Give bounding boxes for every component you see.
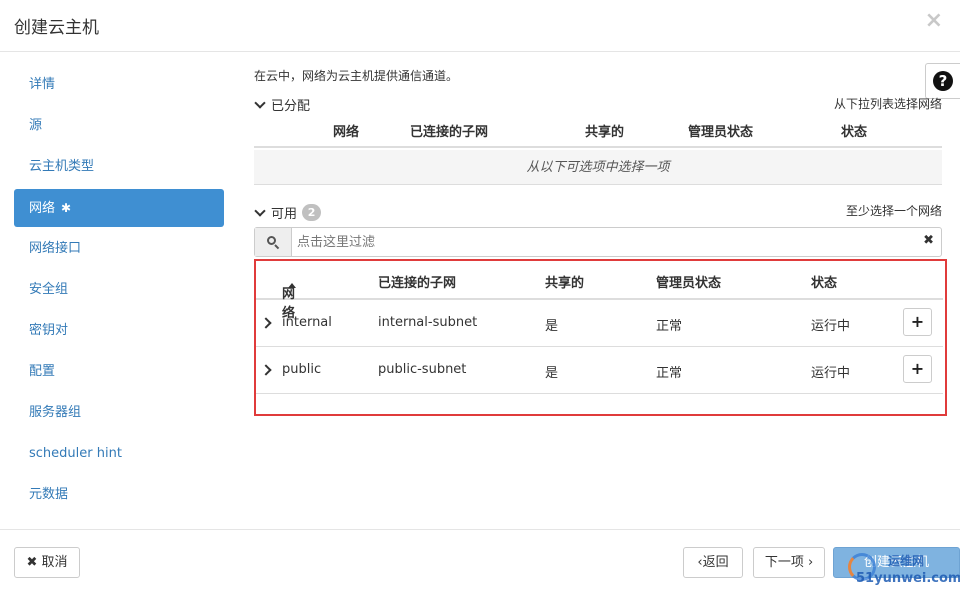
allocated-toggle[interactable]: 已分配 <box>254 95 310 114</box>
sidebar-item-label: 元数据 <box>29 487 69 502</box>
subnet-name: internal-subnet <box>378 315 478 330</box>
allocated-table-header: 网络 已连接的子网 共享的 管理员状态 状态 <box>254 117 942 148</box>
cancel-button[interactable]: ✖ 取消 <box>14 547 80 578</box>
available-toggle[interactable]: 可用 2 <box>254 203 322 222</box>
search-icon <box>255 228 292 256</box>
sidebar-item-networks[interactable]: 网络 ✱ <box>14 189 224 227</box>
status-value: 运行中 <box>811 366 851 381</box>
back-button[interactable]: ‹返回 <box>683 547 743 578</box>
close-icon: ✖ <box>26 555 38 570</box>
status-value: 运行中 <box>811 319 851 334</box>
column-header-subnets[interactable]: 已连接的子网 <box>378 272 456 291</box>
column-header-subnets[interactable]: 已连接的子网 <box>410 121 488 140</box>
table-row: internal internal-subnet 是 正常 运行中 + <box>256 300 943 347</box>
cancel-label: 取消 <box>41 555 68 570</box>
chevron-right-icon[interactable] <box>260 364 272 376</box>
sidebar-item-scheduler-hint[interactable]: scheduler hint <box>14 435 224 473</box>
chevron-right-icon[interactable] <box>260 317 272 329</box>
modal-header: 创建云主机 × <box>0 0 960 52</box>
modal-footer: ✖ 取消 ‹返回 下一项 › 创建云主机 <box>0 529 960 595</box>
create-instance-button[interactable]: 创建云主机 <box>833 547 960 578</box>
sidebar-item-label: 云主机类型 <box>29 159 95 174</box>
network-name: internal <box>282 315 332 330</box>
chevron-down-icon <box>254 204 266 217</box>
sidebar-item-server-groups[interactable]: 服务器组 <box>14 394 224 432</box>
wizard-sidebar: 详情 源 云主机类型 网络 ✱ 网络接口 安全组 密钥对 配置 服务器组 sche… <box>14 66 224 517</box>
sidebar-item-label: scheduler hint <box>29 446 122 461</box>
sidebar-item-key-pairs[interactable]: 密钥对 <box>14 312 224 350</box>
sidebar-item-label: 网络 <box>29 201 56 216</box>
network-name: public <box>282 362 322 377</box>
available-title: 可用 <box>271 207 298 222</box>
column-header-shared[interactable]: 共享的 <box>545 272 584 291</box>
shared-value: 是 <box>545 366 559 381</box>
subnet-name: public-subnet <box>378 362 467 377</box>
available-table-header: 网络 已连接的子网 共享的 管理员状态 状态 <box>256 261 943 321</box>
help-button[interactable]: ? <box>925 63 960 99</box>
sidebar-item-label: 安全组 <box>29 282 69 297</box>
add-network-button[interactable]: + <box>903 355 932 383</box>
sidebar-item-label: 源 <box>29 118 43 133</box>
chevron-down-icon <box>254 96 266 109</box>
column-header-shared[interactable]: 共享的 <box>585 121 624 140</box>
sidebar-item-metadata[interactable]: 元数据 <box>14 476 224 514</box>
available-hint: 至少选择一个网络 <box>845 204 942 218</box>
sidebar-item-label: 网络接口 <box>29 241 82 256</box>
sidebar-item-configuration[interactable]: 配置 <box>14 353 224 391</box>
close-icon[interactable]: × <box>925 8 943 33</box>
clear-filter-icon[interactable]: ✖ <box>923 233 934 248</box>
sidebar-item-source[interactable]: 源 <box>14 107 224 145</box>
column-header-admin-state[interactable]: 管理员状态 <box>656 272 721 291</box>
filter-input[interactable] <box>293 228 913 256</box>
sidebar-item-security-groups[interactable]: 安全组 <box>14 271 224 309</box>
sidebar-item-label: 密钥对 <box>29 323 69 338</box>
sidebar-item-label: 详情 <box>29 77 56 92</box>
column-header-status[interactable]: 状态 <box>841 121 867 140</box>
sidebar-item-flavor[interactable]: 云主机类型 <box>14 148 224 186</box>
table-row: public public-subnet 是 正常 运行中 + <box>256 347 943 394</box>
column-header-network[interactable]: 网络 <box>333 121 359 140</box>
allocated-hint: 从下拉列表选择网络 <box>833 97 942 111</box>
modal-title: 创建云主机 <box>14 18 99 38</box>
allocated-empty-message: 从以下可选项中选择一项 <box>254 150 942 185</box>
filter-bar: ✖ <box>254 227 942 257</box>
intro-text: 在云中，网络为云主机提供通信通道。 <box>254 69 459 83</box>
column-header-status[interactable]: 状态 <box>811 272 837 291</box>
shared-value: 是 <box>545 319 559 334</box>
admin-state-value: 正常 <box>656 366 683 381</box>
question-icon: ? <box>933 71 953 91</box>
sidebar-item-details[interactable]: 详情 <box>14 66 224 104</box>
column-header-admin-state[interactable]: 管理员状态 <box>688 121 753 140</box>
sidebar-item-network-ports[interactable]: 网络接口 <box>14 230 224 268</box>
required-star-icon: ✱ <box>61 201 72 215</box>
sidebar-item-label: 配置 <box>29 364 56 379</box>
available-networks-table: 网络 已连接的子网 共享的 管理员状态 状态 internal internal… <box>254 259 947 416</box>
sidebar-item-label: 服务器组 <box>29 405 82 420</box>
sort-ascending-icon <box>288 283 296 288</box>
allocated-title: 已分配 <box>271 99 311 114</box>
next-button[interactable]: 下一项 › <box>753 547 825 578</box>
available-count-badge: 2 <box>302 204 322 221</box>
add-network-button[interactable]: + <box>903 308 932 336</box>
admin-state-value: 正常 <box>656 319 683 334</box>
